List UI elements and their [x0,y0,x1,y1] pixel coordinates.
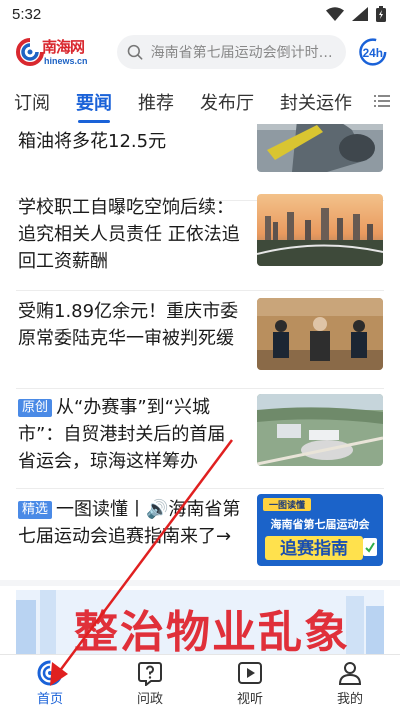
nav-inquiry[interactable]: 问政 [100,655,200,711]
nav-video-label: 视听 [236,691,263,707]
tab-press-hall[interactable]: 发布厅 [200,89,254,115]
poster-mid-text: 海南省第七届运动会 [271,517,371,531]
logo-subtext: hinews.cn [44,56,88,66]
poster-big-text: 追赛指南 [280,538,348,559]
news-item[interactable]: 原创 从“办赛事”到“兴城市”：自贸港封关后的首届省运会，琼海这样筹办 [0,388,400,489]
news-item[interactable]: 受贿1.89亿余元！重庆市委原常委陆克华一审被判死缓 [0,290,400,389]
news-title: 受贿1.89亿余元！重庆市委原常委陆克华一审被判死缓 [18,301,239,349]
news-title: 精选 一图读懂丨🔊海南省第七届运动会追赛指南来了→ [18,496,242,550]
profile-icon [338,661,362,685]
signal-icon [352,7,368,21]
news-feed[interactable]: 箱油将多花12.5元 学校职工自曝吃空饷后续：追究相关人员责任 正依法追回工资薪… [0,124,400,654]
play-icon [238,661,262,684]
featured-tag: 精选 [18,501,53,519]
news-item[interactable]: 精选 一图读懂丨🔊海南省第七届运动会追赛指南来了→ 一图读懂 海南省第七届运动会 … [0,488,400,584]
news-item[interactable]: 学校职工自曝吃空饷后续：追究相关人员责任 正依法追回工资薪酬 [0,186,400,291]
original-tag: 原创 [18,399,53,417]
app-logo[interactable]: 南海网 hinews.cn [14,32,95,72]
channel-menu-icon[interactable] [374,94,390,108]
home-swirl-icon [37,660,63,685]
status-bar: 5:32 [0,0,400,28]
tab-subscribe[interactable]: 订阅 [14,89,50,115]
nav-home[interactable]: 首页 [0,655,100,711]
tab-recommend[interactable]: 推荐 [138,89,174,115]
app-header: 南海网 hinews.cn 海南省第七届运动会倒计时1... 24h [0,28,400,76]
nav-profile-label: 我的 [336,691,363,707]
news-24h-icon[interactable]: 24h [358,37,388,67]
status-icons [326,6,386,22]
news-title: 箱油将多花12.5元 [18,131,167,152]
news-thumbnail-city-sunset [257,194,383,266]
news-thumbnail-fuel [257,124,383,172]
search-placeholder: 海南省第七届运动会倒计时1... [150,45,337,61]
logo-text: 南海网 [42,38,85,56]
nav-home-label: 首页 [36,691,63,707]
promo-banner[interactable]: 整治物业乱象 [16,590,384,654]
banner-text: 整治物业乱象 [74,607,350,654]
badge-label: 24h [363,46,383,60]
search-icon [127,44,143,60]
nav-profile[interactable]: 我的 [300,655,400,711]
news-thumbnail-sports-guide: 一图读懂 海南省第七届运动会 追赛指南 [257,494,383,566]
tab-customs-closure[interactable]: 封关运作 [280,89,352,115]
news-title: 原创 从“办赛事”到“兴城市”：自贸港封关后的首届省运会，琼海这样筹办 [18,394,242,475]
news-title: 学校职工自曝吃空饷后续：追究相关人员责任 正依法追回工资薪酬 [18,197,240,272]
nav-inquiry-label: 问政 [136,691,163,707]
tab-headlines[interactable]: 要闻 [76,89,112,123]
section-gap [0,580,400,586]
channel-tabs: 订阅 要闻 推荐 发布厅 封关运作 [0,80,400,124]
status-time: 5:32 [12,5,42,23]
bottom-nav: 首页 问政 视听 我的 [0,654,400,711]
nav-video[interactable]: 视听 [200,655,300,711]
battery-icon [376,6,386,22]
wifi-icon [326,7,344,21]
news-thumbnail-courtroom [257,298,383,370]
question-bubble-icon [138,661,162,686]
poster-top-text: 一图读懂 [269,499,305,511]
search-bar[interactable]: 海南省第七届运动会倒计时1... [116,35,347,69]
news-thumbnail-aerial-city [257,394,383,466]
